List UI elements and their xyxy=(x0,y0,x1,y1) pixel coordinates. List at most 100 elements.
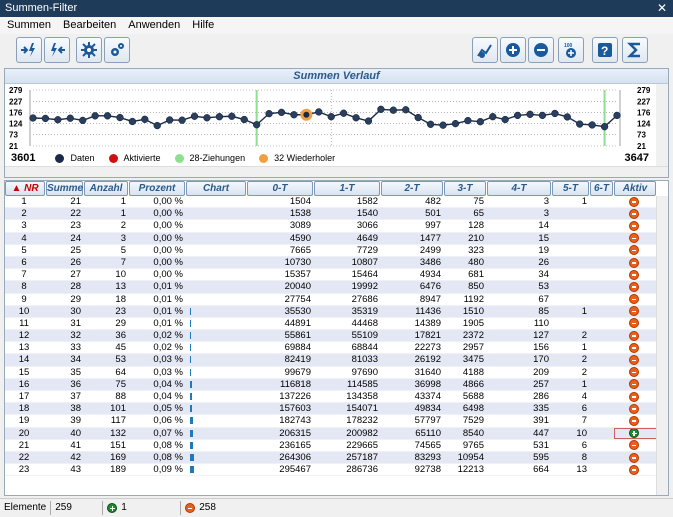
column-header[interactable]: 4-T xyxy=(487,181,551,196)
active-toggle[interactable] xyxy=(614,257,657,268)
table-row[interactable]: 10 30 23 0,01 % 35530 35319 11436 1510 85 1 xyxy=(5,305,657,318)
active-toggle[interactable] xyxy=(614,391,657,402)
anzahl-cell: 189 xyxy=(110,464,126,476)
arrow-bolt-left-icon xyxy=(51,43,65,57)
t6-cell xyxy=(590,306,614,317)
column-header[interactable]: 2-T xyxy=(381,181,443,196)
table-row[interactable]: 11 31 29 0,01 % 44891 44468 14389 1905 110 xyxy=(5,318,657,331)
active-toggle[interactable] xyxy=(614,196,657,207)
t6-cell xyxy=(590,440,614,451)
prozent-cell: 0,01 % xyxy=(153,305,183,317)
table-row[interactable]: 14 34 53 0,03 % 82419 81033 26192 3475 170 2 xyxy=(5,354,657,367)
column-header[interactable]: Anzahl xyxy=(84,181,128,196)
table-row[interactable]: 4 24 3 0,00 % 4590 4649 1477 210 15 xyxy=(5,232,657,245)
table-row[interactable]: 2 22 1 0,00 % 1538 1540 501 65 3 xyxy=(5,208,657,221)
active-toggle[interactable] xyxy=(614,306,657,317)
chart-horizontal-scrollbar[interactable] xyxy=(5,166,668,177)
t1-cell: 19992 xyxy=(351,281,378,293)
column-header[interactable]: 1-T xyxy=(314,181,380,196)
anzahl-cell: 1 xyxy=(120,196,126,207)
chart-settings-button[interactable] xyxy=(472,37,498,63)
active-toggle[interactable] xyxy=(614,245,657,256)
t4-cell: 286 xyxy=(533,391,549,402)
active-toggle[interactable] xyxy=(614,269,657,280)
table-row[interactable]: 8 28 13 0,01 % 20040 19992 6476 850 53 xyxy=(5,281,657,294)
column-header[interactable]: 3-T xyxy=(444,181,486,196)
table-row[interactable]: 21 41 151 0,08 % 236165 229665 74565 9765 531 6 xyxy=(5,440,657,452)
active-toggle[interactable] xyxy=(614,403,657,414)
active-toggle[interactable] xyxy=(614,427,657,439)
table-row[interactable]: 16 36 75 0,04 % 116818 114585 36998 4866 257 1 xyxy=(5,378,657,391)
prozent-cell: 0,04 % xyxy=(153,378,183,390)
anzahl-cell: 7 xyxy=(120,256,126,268)
table-row[interactable]: 7 27 10 0,00 % 15357 15464 4934 681 34 xyxy=(5,269,657,282)
table-row[interactable]: 17 37 88 0,04 % 137226 134358 43374 5688 286 4 xyxy=(5,391,657,404)
sum-button[interactable] xyxy=(622,37,648,63)
table-row[interactable]: 5 25 5 0,00 % 7665 7729 2499 323 19 xyxy=(5,245,657,257)
column-header[interactable]: Summe xyxy=(46,181,83,196)
table-row[interactable]: 19 39 117 0,06 % 182743 178232 57797 7529 391 7 xyxy=(5,415,657,428)
active-toggle[interactable] xyxy=(614,208,657,219)
column-header[interactable]: 5-T xyxy=(552,181,589,196)
active-toggle[interactable] xyxy=(614,330,657,341)
t3-cell: 8540 xyxy=(462,427,484,439)
active-toggle[interactable] xyxy=(614,464,657,475)
active-toggle[interactable] xyxy=(614,415,657,426)
active-toggle[interactable] xyxy=(614,367,657,378)
column-header[interactable]: ▲ NR xyxy=(5,181,45,196)
column-header[interactable]: Aktiv xyxy=(614,181,656,196)
table-row[interactable]: 3 23 2 0,00 % 3089 3066 997 128 14 xyxy=(5,220,657,233)
active-toggle[interactable] xyxy=(614,354,657,366)
chart-vertical-scrollbar[interactable] xyxy=(656,84,668,166)
zoom-100-button[interactable]: 100 xyxy=(558,37,584,63)
t5-cell xyxy=(552,281,590,292)
active-toggle[interactable] xyxy=(614,342,657,353)
menu-hilfe[interactable]: Hilfe xyxy=(192,17,214,34)
column-header[interactable]: 0-T xyxy=(247,181,313,196)
column-header[interactable]: Prozent xyxy=(129,181,185,196)
column-header[interactable]: Chart xyxy=(186,181,246,196)
table-row[interactable]: 12 32 36 0,02 % 55861 55109 17821 2372 127 2 xyxy=(5,330,657,343)
t4-cell: 3 xyxy=(543,196,549,207)
table-row[interactable]: 18 38 101 0,05 % 157603 154071 49834 6498 335 6 xyxy=(5,403,657,416)
prozent-cell: 0,03 % xyxy=(153,354,183,366)
zoom-in-button[interactable] xyxy=(500,37,526,63)
active-toggle[interactable] xyxy=(614,220,657,231)
table-row[interactable]: 22 42 169 0,08 % 264306 257187 83293 10954 595 8 xyxy=(5,451,657,465)
active-toggle[interactable] xyxy=(614,379,657,390)
active-toggle[interactable] xyxy=(614,452,657,463)
t1-cell: 4649 xyxy=(356,232,378,244)
data-point xyxy=(29,114,37,122)
active-toggle[interactable] xyxy=(614,233,657,244)
data-point xyxy=(315,108,323,116)
zoom-out-button[interactable] xyxy=(528,37,554,63)
active-toggle[interactable] xyxy=(614,318,657,329)
table-row[interactable]: 13 33 45 0,02 % 69884 68844 22273 2957 156 1 xyxy=(5,342,657,355)
table-row[interactable]: 6 26 7 0,00 % 10730 10807 3486 480 26 xyxy=(5,256,657,270)
menu-summen[interactable]: Summen xyxy=(7,17,51,34)
settings-button[interactable] xyxy=(76,37,102,63)
menu-bearbeiten[interactable]: Bearbeiten xyxy=(63,17,116,34)
row-number: 8 xyxy=(21,281,27,293)
table-row[interactable]: 23 43 189 0,09 % 295467 286736 92738 12213 664 13 xyxy=(5,464,657,477)
deactivate-all-button[interactable] xyxy=(44,37,70,63)
table-vertical-scrollbar[interactable] xyxy=(656,196,668,495)
activate-all-button[interactable] xyxy=(16,37,42,63)
table-row[interactable]: 15 35 64 0,03 % 99679 97690 31640 4188 209 2 xyxy=(5,367,657,379)
table-row[interactable]: 9 29 18 0,01 % 27754 27686 8947 1192 67 xyxy=(5,294,657,306)
active-toggle[interactable] xyxy=(614,281,657,292)
column-header[interactable]: 6-T xyxy=(590,181,613,196)
menu-anwenden[interactable]: Anwenden xyxy=(128,17,180,34)
minus-circle-icon xyxy=(629,306,639,317)
summe-cell: 36 xyxy=(70,378,81,390)
t0-cell: 15357 xyxy=(284,269,311,281)
close-icon[interactable]: ✕ xyxy=(657,0,667,17)
t3-cell: 850 xyxy=(468,281,484,293)
active-toggle[interactable] xyxy=(614,294,657,305)
table-row[interactable]: 1 21 1 0,00 % 1504 1582 482 75 3 1 xyxy=(5,196,657,209)
active-toggle[interactable] xyxy=(614,440,657,451)
advanced-settings-button[interactable] xyxy=(104,37,130,63)
help-button[interactable]: ? xyxy=(592,37,618,63)
chart-bar-cell xyxy=(186,257,247,268)
table-row[interactable]: 20 40 132 0,07 % 206315 200982 65110 8540 447 10 xyxy=(5,427,657,440)
